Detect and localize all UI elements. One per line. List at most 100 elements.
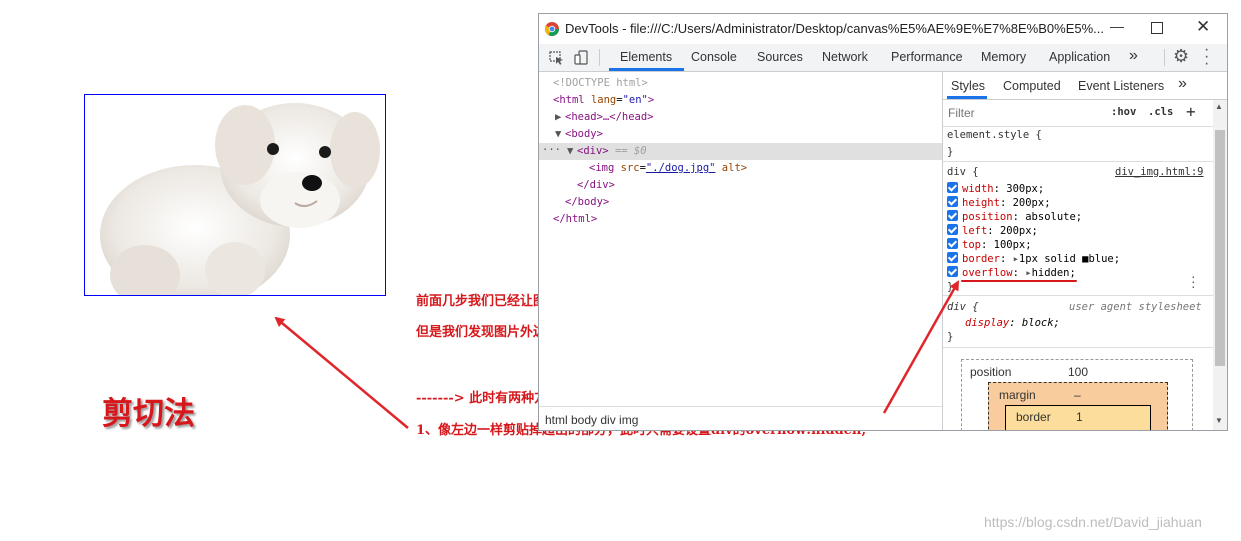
checkbox-icon[interactable] — [947, 252, 958, 263]
box-border-label: border — [1016, 410, 1051, 424]
tab-elements[interactable]: Elements — [620, 50, 672, 64]
watermark: https://blog.csdn.net/David_jiahuan — [984, 514, 1202, 530]
checkbox-icon[interactable] — [947, 182, 958, 193]
devtools-titlebar: DevTools - file:///C:/Users/Administrato… — [539, 14, 1227, 44]
kebab-menu-icon[interactable]: · · · — [1204, 42, 1210, 72]
tab-computed[interactable]: Computed — [1003, 79, 1061, 93]
styles-scrollbar[interactable]: ▲ ▼ — [1213, 100, 1227, 430]
rule-divider — [943, 295, 1213, 296]
filter-input[interactable] — [946, 104, 1100, 122]
device-toolbar-icon[interactable] — [574, 50, 589, 65]
prop-value: 200px; — [999, 225, 1038, 237]
rule-source-link[interactable]: div_img.html:9 — [1115, 166, 1204, 178]
minimize-icon[interactable]: — — [1110, 18, 1124, 34]
html-open-tag: <html — [553, 94, 585, 106]
cls-button[interactable]: .cls — [1148, 106, 1173, 118]
scroll-down-icon[interactable]: ▼ — [1215, 416, 1223, 425]
gear-icon[interactable]: ⚙ — [1173, 46, 1189, 67]
inspect-element-icon[interactable] — [549, 51, 564, 65]
prop-name: border — [962, 253, 1000, 265]
box-margin-label: margin — [999, 388, 1036, 402]
tab-sources[interactable]: Sources — [757, 50, 803, 64]
breadcrumb[interactable]: html body div img — [545, 413, 638, 427]
rule-divider — [943, 347, 1213, 348]
dom-html-close[interactable]: </html> — [553, 213, 597, 225]
add-rule-button[interactable]: + — [1186, 102, 1196, 121]
active-tab-indicator — [609, 68, 684, 71]
dom-doctype[interactable]: <!DOCTYPE html> — [553, 77, 648, 89]
tab-styles[interactable]: Styles — [951, 79, 985, 93]
checkbox-icon[interactable] — [947, 238, 958, 249]
maximize-icon[interactable] — [1151, 22, 1163, 34]
prop-name: width — [962, 183, 994, 195]
collapse-arrow-icon[interactable]: ▼ — [567, 145, 573, 157]
clipped-image-div — [84, 94, 386, 296]
prop-border[interactable]: border: ▸1px solid ■blue; — [947, 252, 1120, 265]
hov-button[interactable]: :hov — [1111, 106, 1136, 118]
prop-height[interactable]: height: 200px; — [947, 196, 1051, 209]
box-model-position: position 100 margin – border 1 — [961, 359, 1193, 430]
checkbox-icon[interactable] — [947, 266, 958, 277]
element-style-selector[interactable]: element.style { — [947, 129, 1042, 141]
ua-selector: div { — [947, 301, 979, 313]
tab-application[interactable]: Application — [1049, 50, 1110, 64]
dom-html[interactable]: <html lang="en"> — [553, 94, 654, 106]
styles-tabbar: Styles Computed Event Listeners » — [943, 72, 1227, 100]
dom-body[interactable]: <body> — [565, 128, 603, 140]
box-border-value[interactable]: 1 — [1076, 410, 1083, 424]
element-style-close: } — [947, 146, 954, 158]
prop-top[interactable]: top: 100px; — [947, 238, 1032, 251]
checkbox-icon[interactable] — [947, 196, 958, 207]
close-icon[interactable]: ✕ — [1196, 17, 1210, 37]
tab-performance[interactable]: Performance — [891, 50, 963, 64]
lang-value: "en" — [622, 94, 648, 106]
checkbox-icon[interactable] — [947, 210, 958, 221]
tab-divider — [1164, 49, 1165, 66]
overflow-underline — [961, 280, 1077, 282]
prop-overflow[interactable]: overflow: ▸hidden; — [947, 266, 1076, 279]
scroll-up-icon[interactable]: ▲ — [1215, 102, 1223, 111]
src-attr: src — [620, 162, 640, 174]
filter-bar: :hov .cls + — [943, 100, 1213, 127]
prop-value: hidden; — [1031, 267, 1076, 279]
box-position-value[interactable]: 100 — [1068, 365, 1088, 379]
dom-img[interactable]: <img src="./dog.jpg" alt> — [589, 162, 747, 174]
prop-name: display — [965, 317, 1010, 329]
prop-name: position — [962, 211, 1013, 223]
box-margin-value[interactable]: – — [1074, 388, 1081, 402]
checkbox-icon[interactable] — [947, 224, 958, 235]
prop-value: block; — [1021, 317, 1060, 329]
elements-panel: <!DOCTYPE html> <html lang="en"> ▶ <head… — [539, 72, 943, 430]
prop-position[interactable]: position: absolute; — [947, 210, 1082, 223]
expand-arrow-icon[interactable]: ▶ — [555, 111, 561, 123]
src-link[interactable]: "./dog.jpg" — [646, 162, 716, 174]
prop-name: height — [962, 197, 1000, 209]
dom-div-close[interactable]: </div> — [577, 179, 615, 191]
dom-head[interactable]: <head>…</head> — [565, 111, 654, 123]
box-model-margin: margin – border 1 — [988, 382, 1168, 430]
box-model-border: border 1 — [1005, 405, 1151, 430]
ua-source: user agent stylesheet — [1069, 301, 1202, 313]
cut-method-title: 剪切法 — [102, 396, 195, 432]
dom-body-close[interactable]: </body> — [565, 196, 609, 208]
collapse-arrow-icon[interactable]: ▼ — [555, 128, 561, 140]
alt-attr: alt> — [721, 162, 748, 174]
prop-value: 1px solid ■blue; — [1018, 253, 1121, 265]
prop-width[interactable]: width: 300px; — [947, 182, 1044, 195]
active-subtab-indicator — [947, 96, 987, 99]
more-tabs-icon[interactable]: » — [1129, 47, 1138, 65]
tab-network[interactable]: Network — [822, 50, 868, 64]
tab-console[interactable]: Console — [691, 50, 737, 64]
devtools-window: DevTools - file:///C:/Users/Administrato… — [538, 13, 1228, 431]
ua-close: } — [947, 331, 954, 343]
box-position-label: position — [970, 365, 1012, 379]
tab-memory[interactable]: Memory — [981, 50, 1026, 64]
rule-menu-icon[interactable]: · · · — [1191, 269, 1196, 293]
div-rule-selector[interactable]: div { — [947, 166, 979, 178]
prop-left[interactable]: left: 200px; — [947, 224, 1038, 237]
more-subtabs-icon[interactable]: » — [1178, 75, 1187, 93]
dom-div[interactable]: <div> == $0 — [577, 145, 647, 157]
scrollbar-thumb[interactable] — [1215, 130, 1225, 366]
tab-event-listeners[interactable]: Event Listeners — [1078, 79, 1164, 93]
node-actions-icon[interactable]: ··· — [542, 144, 561, 156]
